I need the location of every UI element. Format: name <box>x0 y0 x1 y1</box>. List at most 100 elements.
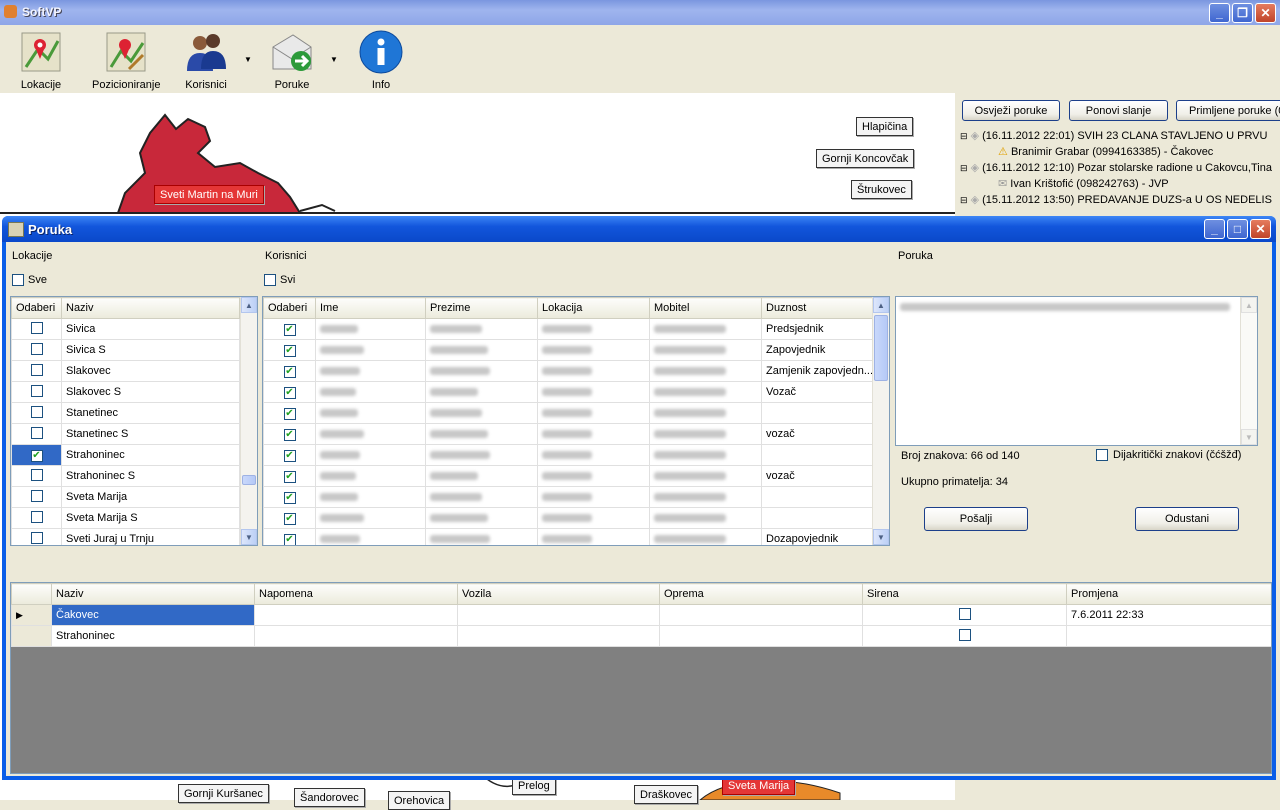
map-label-gornji-kursanec[interactable]: Gornji Kuršanec <box>178 784 269 803</box>
poruke-dropdown-arrow-icon[interactable]: ▼ <box>330 55 338 64</box>
user-mobile-cell[interactable] <box>649 339 762 361</box>
location-select-cell[interactable] <box>11 360 62 382</box>
user-checkbox[interactable]: ✔ <box>283 449 296 462</box>
user-first-name-cell[interactable] <box>315 486 426 508</box>
map-label-sveti-martin-na-muri[interactable]: Sveti Martin na Muri <box>154 185 264 204</box>
location-checkbox[interactable] <box>30 321 43 334</box>
cell-oprema[interactable] <box>659 625 863 647</box>
svi-checkbox-box[interactable] <box>264 274 276 286</box>
table-row[interactable]: Strahoninec S <box>11 465 240 487</box>
location-name-cell[interactable]: Strahoninec <box>61 444 240 466</box>
toolbar-korisnici-button[interactable]: Korisnici <box>182 29 230 91</box>
user-first-name-cell[interactable] <box>315 381 426 403</box>
table-row[interactable]: ▶ Čakovec 7.6.2011 22:33 <box>11 604 1271 626</box>
user-col-duznost[interactable]: Duznost <box>761 297 874 319</box>
user-mobile-cell[interactable] <box>649 381 762 403</box>
user-first-name-cell[interactable] <box>315 318 426 340</box>
user-select-cell[interactable]: ✔ <box>263 444 316 466</box>
user-first-name-cell[interactable] <box>315 465 426 487</box>
user-mobile-cell[interactable] <box>649 507 762 529</box>
users-grid[interactable]: Odaberi Ime Prezime Lokacija Mobitel Duz… <box>262 296 890 546</box>
user-location-cell[interactable] <box>537 360 650 382</box>
user-location-cell[interactable] <box>537 507 650 529</box>
user-last-name-cell[interactable] <box>425 465 538 487</box>
user-location-cell[interactable] <box>537 486 650 508</box>
message-scrollbar[interactable]: ▲ ▼ <box>1240 297 1257 445</box>
user-select-cell[interactable]: ✔ <box>263 360 316 382</box>
user-col-odaberi[interactable]: Odaberi <box>263 297 316 319</box>
bottom-col-sirena[interactable]: Sirena <box>862 583 1067 605</box>
user-col-ime[interactable]: Ime <box>315 297 426 319</box>
user-location-cell[interactable] <box>537 465 650 487</box>
user-first-name-cell[interactable] <box>315 507 426 529</box>
cell-sirena[interactable] <box>862 625 1067 647</box>
user-duty-cell[interactable]: vozač <box>761 465 874 487</box>
user-col-prezime[interactable]: Prezime <box>425 297 538 319</box>
loc-col-odaberi[interactable]: Odaberi <box>11 297 62 319</box>
user-checkbox[interactable]: ✔ <box>283 470 296 483</box>
location-checkbox[interactable] <box>30 342 43 355</box>
user-first-name-cell[interactable] <box>315 402 426 424</box>
location-name-cell[interactable]: Sveta Marija <box>61 486 240 508</box>
user-location-cell[interactable] <box>537 444 650 466</box>
location-name-cell[interactable]: Slakovec <box>61 360 240 382</box>
location-select-cell[interactable] <box>11 423 62 445</box>
cancel-button[interactable]: Odustani <box>1135 507 1239 531</box>
sirena-checkbox[interactable] <box>958 607 971 620</box>
user-checkbox[interactable]: ✔ <box>283 323 296 336</box>
location-select-cell[interactable] <box>11 318 62 340</box>
location-name-cell[interactable]: Stanetinec <box>61 402 240 424</box>
user-location-cell[interactable] <box>537 528 650 545</box>
location-checkbox[interactable] <box>30 489 43 502</box>
user-duty-cell[interactable]: Zapovjednik <box>761 339 874 361</box>
location-name-cell[interactable]: Sveta Marija S <box>61 507 240 529</box>
diacritics-checkbox-box[interactable] <box>1096 449 1108 461</box>
tree-node[interactable]: ⊟ ◈ (16.11.2012 12:10) Pozar stolarske r… <box>960 160 1280 176</box>
location-name-cell[interactable]: Strahoninec S <box>61 465 240 487</box>
user-first-name-cell[interactable] <box>315 528 426 545</box>
user-duty-cell[interactable] <box>761 402 874 424</box>
table-row[interactable]: ✔ vozač <box>263 465 874 487</box>
dialog-close-button[interactable]: ✕ <box>1250 219 1271 239</box>
user-location-cell[interactable] <box>537 339 650 361</box>
user-select-cell[interactable]: ✔ <box>263 423 316 445</box>
location-select-cell[interactable] <box>11 465 62 487</box>
bottom-col-naziv[interactable]: Naziv <box>51 583 255 605</box>
table-row[interactable]: ✔ <box>263 402 874 424</box>
map-label-draskovec[interactable]: Draškovec <box>634 785 698 804</box>
user-select-cell[interactable]: ✔ <box>263 486 316 508</box>
user-duty-cell[interactable] <box>761 486 874 508</box>
locations-grid[interactable]: Odaberi Naziv Sivica Sivica S Slakovec Slak… <box>10 296 258 546</box>
scroll-up-icon[interactable]: ▲ <box>873 297 889 313</box>
maximize-button[interactable]: ❐ <box>1232 3 1253 23</box>
user-checkbox[interactable]: ✔ <box>283 407 296 420</box>
cell-promjena[interactable] <box>1066 625 1271 647</box>
user-checkbox[interactable]: ✔ <box>283 512 296 525</box>
korisnici-dropdown-arrow-icon[interactable]: ▼ <box>244 55 252 64</box>
sve-checkbox-box[interactable] <box>12 274 24 286</box>
location-name-cell[interactable]: Stanetinec S <box>61 423 240 445</box>
user-checkbox[interactable]: ✔ <box>283 428 296 441</box>
map-label-orehovica[interactable]: Orehovica <box>388 791 451 810</box>
tree-child[interactable]: ✉ Ivan Krištofić (098242763) - JVP <box>960 176 1280 192</box>
user-mobile-cell[interactable] <box>649 528 762 545</box>
bottom-col-napomena[interactable]: Napomena <box>254 583 458 605</box>
user-last-name-cell[interactable] <box>425 402 538 424</box>
cell-napomena[interactable] <box>254 625 458 647</box>
location-name-cell[interactable]: Sivica S <box>61 339 240 361</box>
user-last-name-cell[interactable] <box>425 381 538 403</box>
selected-locations-grid[interactable]: Naziv Napomena Vozila Oprema Sirena Prom… <box>10 582 1272 774</box>
user-first-name-cell[interactable] <box>315 360 426 382</box>
user-mobile-cell[interactable] <box>649 444 762 466</box>
close-button[interactable]: ✕ <box>1255 3 1276 23</box>
select-all-locations-checkbox[interactable]: Sve <box>12 274 47 286</box>
table-row[interactable]: Slakovec <box>11 360 240 382</box>
diacritics-checkbox[interactable]: Dijakritički znakovi (čćšžđ) <box>1096 449 1241 461</box>
user-duty-cell[interactable] <box>761 507 874 529</box>
user-last-name-cell[interactable] <box>425 318 538 340</box>
user-duty-cell[interactable] <box>761 444 874 466</box>
user-select-cell[interactable]: ✔ <box>263 402 316 424</box>
table-row[interactable]: ✔ Predsjednik <box>263 318 874 340</box>
table-row[interactable]: ✔ Dozapovjednik <box>263 528 874 545</box>
location-checkbox[interactable] <box>30 363 43 376</box>
